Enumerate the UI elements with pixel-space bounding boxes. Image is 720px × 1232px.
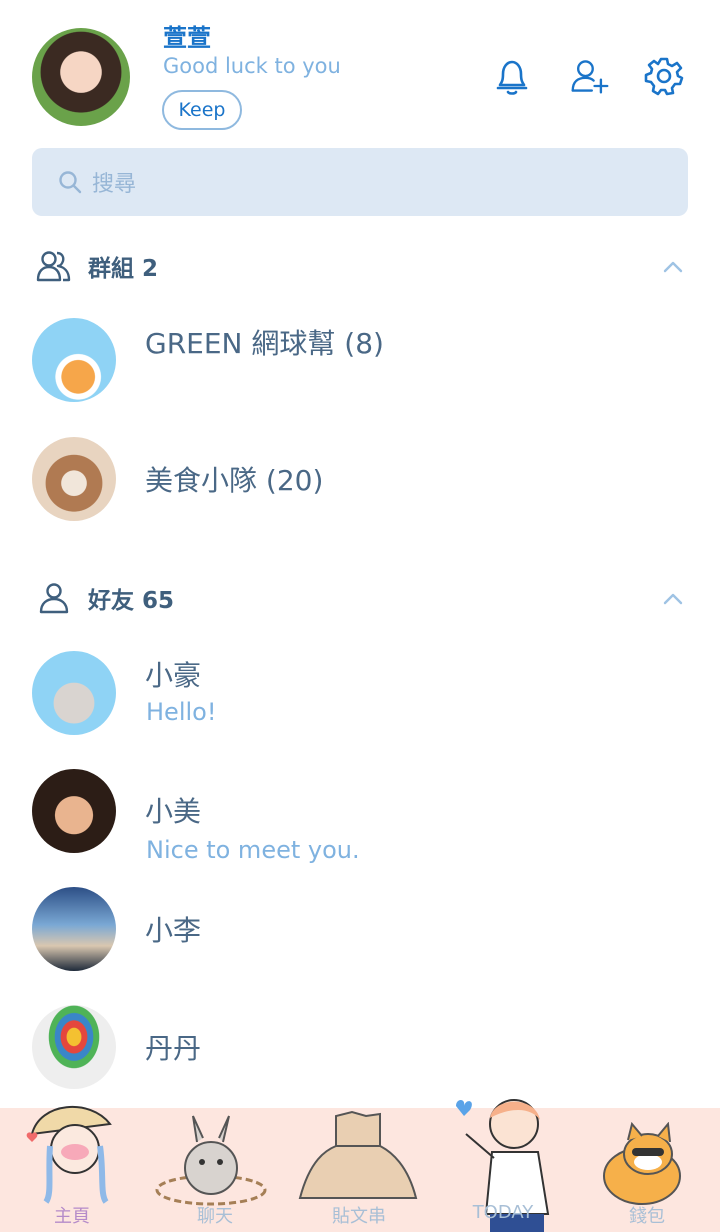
groups-section-label: 群組 2 <box>88 256 159 282</box>
nav-tab-chat[interactable]: 聊天 <box>155 1202 275 1228</box>
search-placeholder: 搜尋 <box>92 172 137 197</box>
home-tab-girl-icon[interactable] <box>20 1094 130 1206</box>
add-friend-icon[interactable] <box>570 56 610 96</box>
friend-icon <box>39 583 69 614</box>
profile-avatar[interactable] <box>32 28 130 126</box>
friend-name[interactable]: 小美 <box>145 790 201 830</box>
nav-tab-wallet[interactable]: 錢包 <box>587 1202 707 1228</box>
bell-icon[interactable] <box>492 56 532 96</box>
group-name[interactable]: 美食小隊 (20) <box>145 459 323 499</box>
friend-avatar[interactable] <box>32 1005 116 1089</box>
profile-status-message: Good luck to you <box>163 54 341 78</box>
profile-name: 萱萱 <box>163 24 211 52</box>
group-avatar-tennis[interactable] <box>32 318 116 402</box>
nav-tab-today[interactable]: TODAY <box>443 1202 563 1223</box>
friend-avatar[interactable] <box>32 651 116 735</box>
group-icon <box>36 251 71 282</box>
group-name[interactable]: GREEN 網球幫 (8) <box>145 322 384 362</box>
group-avatar-food[interactable] <box>32 437 116 521</box>
keep-button[interactable]: Keep <box>162 90 242 130</box>
posts-tab-sandcastle-icon[interactable] <box>296 1110 420 1200</box>
chevron-up-icon[interactable] <box>662 256 684 278</box>
nav-tab-home[interactable]: 主頁 <box>12 1202 132 1228</box>
chat-tab-rabbit-icon[interactable] <box>155 1112 267 1206</box>
settings-gear-icon[interactable] <box>644 56 684 96</box>
friend-status-message: Nice to meet you. <box>146 836 360 864</box>
friend-avatar[interactable] <box>32 887 116 971</box>
search-icon <box>59 171 82 194</box>
friend-name[interactable]: 丹丹 <box>145 1027 201 1067</box>
friends-section-label: 好友 65 <box>88 588 175 614</box>
search-bar[interactable]: 搜尋 <box>32 148 688 216</box>
nav-tab-posts[interactable]: 貼文串 <box>299 1202 419 1228</box>
groups-section-header[interactable]: 群組 2 <box>36 246 158 286</box>
friends-section-header[interactable]: 好友 65 <box>36 578 174 618</box>
chevron-up-icon[interactable] <box>662 588 684 610</box>
friend-name[interactable]: 小李 <box>145 909 201 949</box>
friend-name[interactable]: 小豪 <box>145 654 201 694</box>
wallet-tab-shiba-icon[interactable] <box>598 1122 684 1206</box>
friend-status-message: Hello! <box>146 698 217 726</box>
friend-avatar[interactable] <box>32 769 116 853</box>
